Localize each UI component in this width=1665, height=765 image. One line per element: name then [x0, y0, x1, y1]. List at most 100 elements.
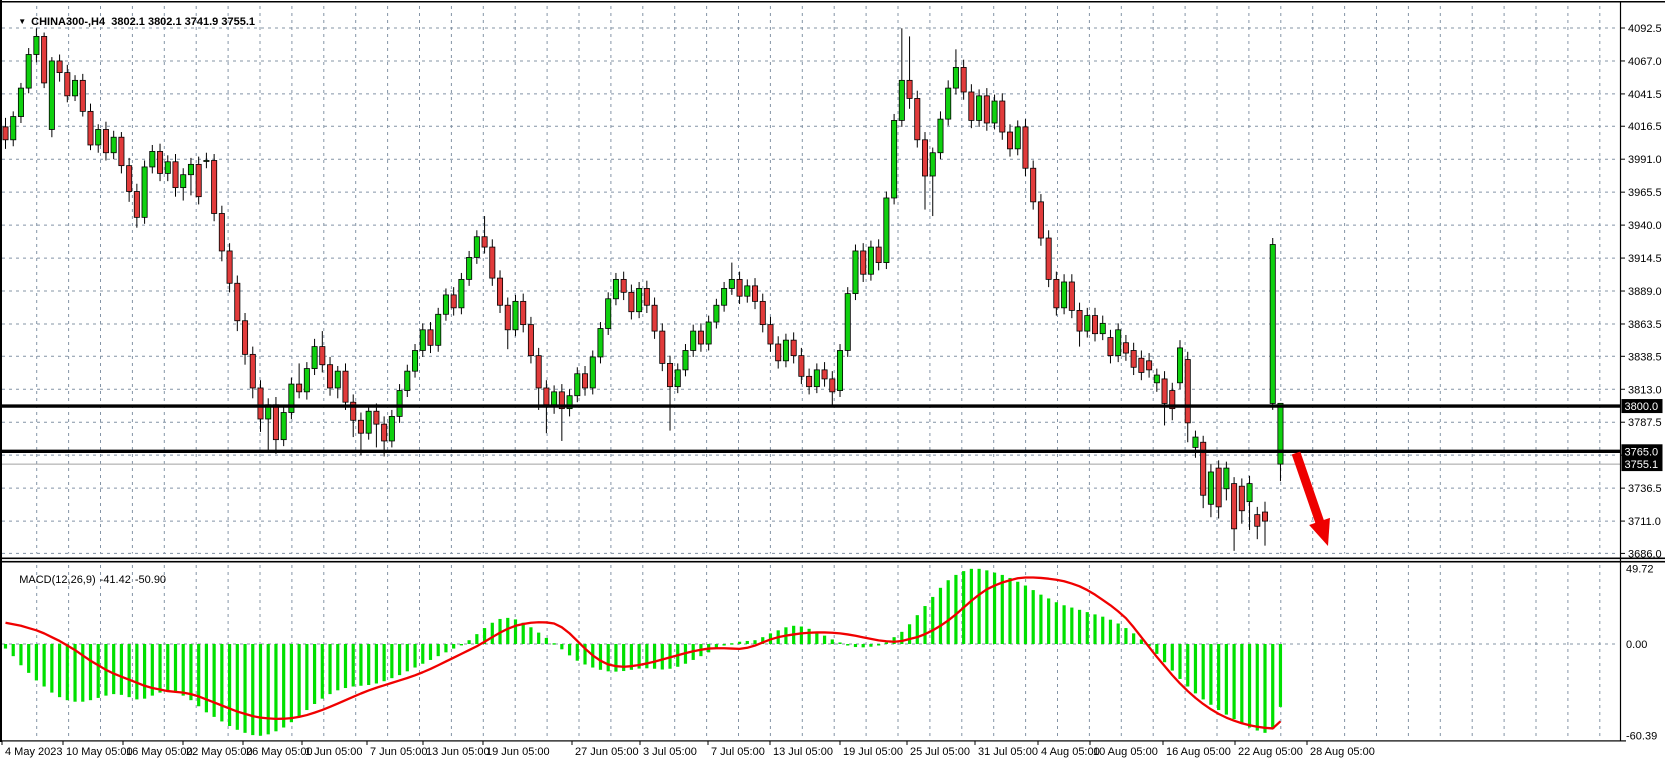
candle	[1000, 93, 1005, 140]
candle	[26, 48, 31, 93]
candle	[1278, 403, 1283, 481]
candle	[1139, 350, 1144, 380]
candle	[412, 344, 417, 378]
macd-histogram-bar	[1186, 644, 1189, 687]
price-tick-label: 4092.5	[1628, 23, 1662, 35]
candle	[204, 153, 209, 169]
candle	[1224, 462, 1229, 501]
candle	[845, 287, 850, 357]
macd-histogram-bar	[1024, 586, 1027, 644]
candle	[652, 297, 657, 338]
macd-histogram-bar	[1248, 644, 1251, 728]
macd-histogram-bar	[1109, 620, 1112, 644]
macd-histogram-bar	[259, 644, 262, 736]
candle	[250, 347, 255, 399]
macd-histogram-bar	[537, 633, 540, 644]
macd-histogram-bar	[1062, 605, 1065, 644]
candle	[436, 308, 441, 352]
macd-histogram-bar	[1032, 590, 1035, 644]
macd-histogram-bar	[491, 623, 494, 644]
candle	[1077, 303, 1082, 347]
candle	[861, 243, 866, 282]
candle	[343, 363, 348, 410]
macd-histogram-bar	[815, 632, 818, 644]
candle	[459, 273, 464, 314]
macd-axis: 49.720.00-60.39	[1626, 564, 1657, 743]
price-level-badge-text: 3755.1	[1625, 459, 1659, 471]
macd-histogram-bar	[344, 644, 347, 688]
macd-histogram-bar	[135, 644, 138, 699]
macd-histogram-bar	[1163, 644, 1166, 662]
candle	[783, 334, 788, 368]
candle	[1100, 316, 1105, 341]
time-tick-label: 3 Jul 05:00	[643, 746, 697, 758]
candle	[181, 168, 186, 200]
candle	[977, 89, 982, 126]
time-tick-label: 7 Jul 05:00	[711, 746, 765, 758]
candle	[984, 88, 989, 131]
candle	[559, 384, 564, 441]
candle	[992, 95, 997, 130]
candle	[505, 297, 510, 349]
candle	[1270, 238, 1275, 410]
candle	[536, 348, 541, 410]
price-tick-label: 3813.0	[1628, 384, 1662, 396]
candle	[1023, 119, 1028, 176]
macd-histogram-bar	[236, 644, 239, 730]
price-tick-label: 3736.5	[1628, 483, 1662, 495]
macd-histogram-bar	[1117, 624, 1120, 644]
price-chart-canvas[interactable]: 4092.54067.04041.54016.53991.03965.53940…	[0, 0, 1665, 765]
candle	[127, 158, 132, 202]
macd-histogram-bar	[993, 573, 996, 644]
macd-histogram-bar	[1039, 595, 1042, 644]
macd-histogram-bar	[1178, 644, 1181, 679]
candle	[1239, 478, 1244, 523]
candle	[683, 344, 688, 376]
time-tick-label: 13 Jun 05:00	[426, 746, 490, 758]
macd-histogram-bar	[947, 580, 950, 644]
symbol-dropdown-icon[interactable]: ▼	[18, 17, 26, 26]
macd-histogram-bar	[429, 644, 432, 660]
time-tick-label: 31 Jul 05:00	[978, 746, 1038, 758]
macd-histogram-bar	[120, 644, 123, 695]
price-tick-label: 3686.0	[1628, 548, 1662, 560]
macd-histogram-bar	[352, 644, 355, 687]
macd-histogram-bar	[568, 644, 571, 655]
candle	[814, 363, 819, 393]
macd-tick-label: -60.39	[1626, 731, 1657, 743]
macd-histogram-bar	[267, 644, 270, 734]
candle	[281, 406, 286, 446]
macd-histogram-bar	[89, 644, 92, 700]
macd-name: MACD(12,26,9)	[19, 574, 95, 586]
price-level-badge-text: 3800.0	[1625, 401, 1659, 413]
candle	[660, 323, 665, 371]
candle	[613, 273, 618, 305]
macd-histogram-bar	[831, 639, 834, 644]
macd-histogram-bar	[723, 644, 726, 646]
macd-histogram-bar	[1194, 644, 1197, 693]
candle	[706, 316, 711, 351]
macd-histogram-bar	[1101, 617, 1104, 644]
macd-histogram-bar	[205, 644, 208, 712]
price-tick-label: 3965.5	[1628, 187, 1662, 199]
candle	[1154, 369, 1159, 392]
candle	[938, 111, 943, 159]
candle	[173, 154, 178, 197]
macd-histogram-bar	[954, 575, 957, 644]
macd-histogram-bar	[174, 644, 177, 693]
horizontal-level-lines	[0, 406, 1621, 451]
candle	[397, 384, 402, 423]
time-tick-label: 16 Aug 05:00	[1166, 746, 1231, 758]
time-tick-label: 22 May 05:00	[186, 746, 253, 758]
macd-histogram-bar	[1263, 644, 1266, 733]
macd-histogram-bar	[128, 644, 131, 697]
candle	[752, 278, 757, 309]
macd-histogram-bar	[576, 644, 579, 661]
macd-histogram-bar	[1155, 644, 1158, 654]
macd-histogram-bar	[213, 644, 216, 717]
macd-signal-value: -50.90	[135, 574, 166, 586]
candle	[1038, 194, 1043, 246]
frame-layer	[0, 0, 1665, 742]
candle	[358, 413, 363, 456]
macd-histogram-bar	[43, 644, 46, 687]
